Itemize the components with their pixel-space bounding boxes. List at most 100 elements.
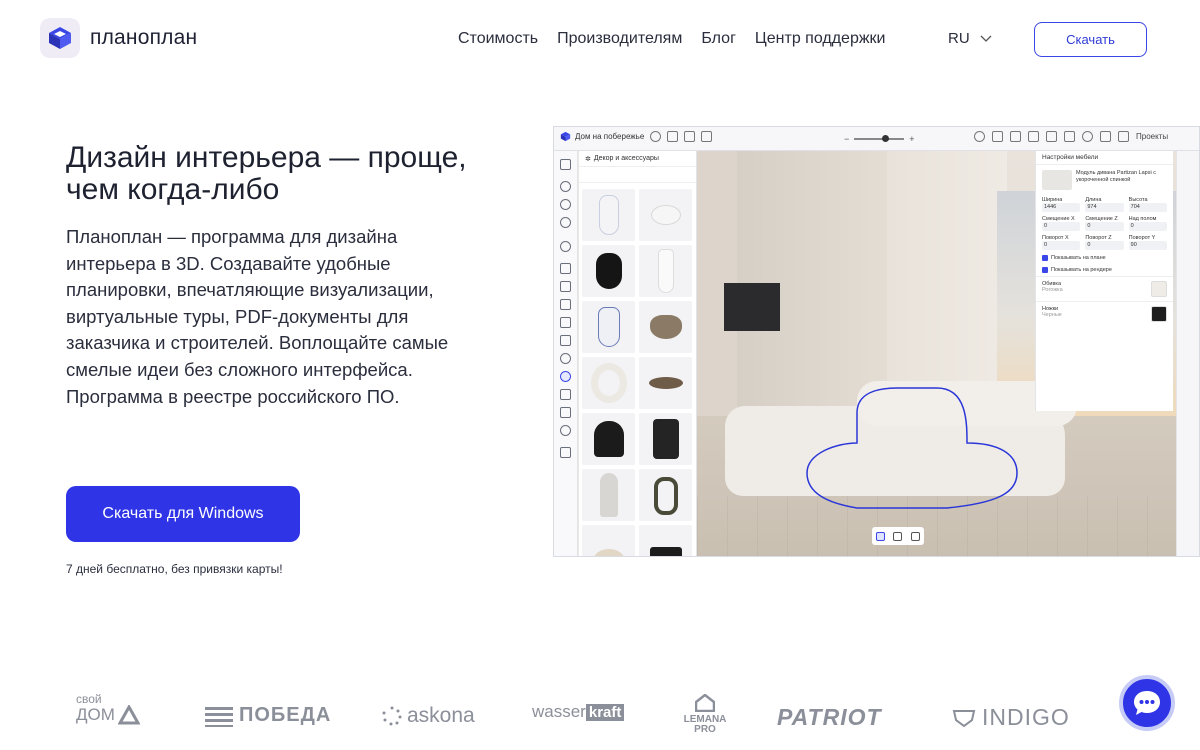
chat-button[interactable] <box>1119 675 1175 731</box>
zoom-track <box>854 135 905 142</box>
nav-blog[interactable]: Блог <box>701 30 736 48</box>
share-icon <box>1028 131 1039 142</box>
brand-pobeda: ПОБЕДА <box>205 704 331 727</box>
main-nav: Стоимость Производителям Блог Центр подд… <box>458 30 885 48</box>
nav-pricing[interactable]: Стоимость <box>458 30 538 48</box>
search-icon <box>560 181 571 192</box>
brand-askona: askona <box>382 704 475 728</box>
settings-icon <box>1082 131 1093 142</box>
logo-cube-icon <box>40 18 80 58</box>
decor-gear-icon: ✲ <box>585 155 591 163</box>
decor-thumb <box>639 525 692 556</box>
decor-panel-tools <box>579 167 696 183</box>
brand-lemana-pro: LEMANA PRO <box>679 693 731 735</box>
hero-title: Дизайн интерьера — проще, чем когда-либо <box>66 141 467 206</box>
field-value: 0 <box>1128 222 1167 231</box>
shield-icon <box>952 709 976 727</box>
cloud-icon <box>650 131 662 142</box>
zoom-knob <box>882 135 890 142</box>
decor-thumb <box>582 469 635 521</box>
menu-icon <box>560 159 571 170</box>
material-sub: Черные <box>1042 312 1062 318</box>
plan-icon <box>560 263 571 274</box>
stripes-icon <box>205 706 233 727</box>
gallery-icon <box>1064 131 1075 142</box>
brand-svoy-dom: свой ДОМ <box>76 693 140 725</box>
zoom-in-icon: + <box>909 134 915 144</box>
zoom-out-icon: − <box>844 134 850 144</box>
decor-thumb <box>582 413 635 465</box>
lamp-icon <box>560 317 571 328</box>
decor-thumb <box>639 245 692 297</box>
info-icon <box>974 131 985 142</box>
checkbox-icon <box>1042 255 1048 261</box>
decor-panel: ✲ Декор и аксессуары <box>579 151 697 556</box>
cart-icon <box>1100 131 1111 142</box>
logo-text: планоплан <box>90 26 198 49</box>
ruler-icon <box>701 131 713 142</box>
decor-thumb <box>582 189 635 241</box>
field-value: 1446 <box>1042 203 1081 212</box>
language-selector[interactable]: RU <box>948 30 992 47</box>
decor-thumb <box>639 413 692 465</box>
eraser-icon <box>560 447 571 458</box>
app-toolbar: Дом на побережье − + Проекты <box>554 127 1199 151</box>
show-on-render-label: Показывать на рендере <box>1051 267 1112 273</box>
field-label: Смещение X <box>1042 216 1075 222</box>
settings-title: Настройки мебели <box>1036 151 1173 165</box>
decor-thumb <box>639 357 692 409</box>
field-value: 974 <box>1085 203 1124 212</box>
site-header: планоплан Стоимость Производителям Блог … <box>0 0 1200 80</box>
material-row: Обивка Рогожка <box>1036 276 1173 301</box>
nav-manufacturers[interactable]: Производителям <box>557 30 682 48</box>
heart-icon <box>560 199 571 210</box>
field-value: 0 <box>1042 222 1081 231</box>
checkbox-icon <box>1042 267 1048 273</box>
dots-circle-icon <box>382 706 402 726</box>
user-icon <box>560 241 571 252</box>
drop-icon <box>560 353 571 364</box>
hero-description: Планоплан — программа для дизайна интерь… <box>66 226 449 407</box>
rotate-icon <box>893 531 903 541</box>
grid-icon <box>1010 131 1021 142</box>
decor-thumb <box>639 189 692 241</box>
download-button[interactable]: Скачать <box>1034 22 1147 57</box>
logo[interactable]: планоплан <box>40 18 197 58</box>
settings-fields: Ширина 1446 Длина 974 Высота 704 Смещение X… <box>1036 195 1173 252</box>
decor-icon <box>560 371 571 382</box>
project-selector: Дом на побережье <box>560 131 644 142</box>
field-value: 90 <box>1128 241 1167 250</box>
app-tool-rail <box>554 151 578 556</box>
language-label: RU <box>948 30 970 47</box>
field-value: 0 <box>1085 241 1124 250</box>
chevron-down-icon <box>980 35 992 42</box>
material-sub: Рогожка <box>1042 287 1063 293</box>
field-value: 0 <box>1042 241 1081 250</box>
decor-thumb <box>582 357 635 409</box>
triangle-icon <box>117 705 140 725</box>
plant-icon <box>560 389 571 400</box>
decor-thumb <box>582 525 635 556</box>
brand-patriot: PATRIOT <box>777 704 882 730</box>
item-name: Модуль дивана Partizan Lapsi с укороченн… <box>1076 170 1156 183</box>
decor-panel-title: Декор и аксессуары <box>593 155 659 162</box>
brand-wasserkraft: wasser kraft <box>532 702 625 722</box>
brand-indigo: INDIGO <box>952 704 1070 731</box>
projects-label: Проекты <box>1136 132 1169 141</box>
side-strip <box>1176 151 1199 556</box>
decor-thumb <box>639 301 692 353</box>
paint-icon <box>560 407 571 418</box>
item-thumbnail <box>1042 170 1072 190</box>
house-icon <box>694 693 716 713</box>
undo-icon <box>667 131 679 142</box>
camera-icon <box>1046 131 1057 142</box>
nav-support[interactable]: Центр поддержки <box>755 30 886 48</box>
download-windows-button[interactable]: Скачать для Windows <box>66 486 300 542</box>
decor-thumb <box>582 245 635 297</box>
cube-icon <box>560 281 571 292</box>
tv <box>724 283 780 331</box>
people-icon <box>560 425 571 436</box>
field-value: 704 <box>1128 203 1167 212</box>
app-screenshot: Дом на побережье − + Проекты ✲ Декор и а… <box>553 126 1200 557</box>
material-swatch <box>1151 306 1167 322</box>
